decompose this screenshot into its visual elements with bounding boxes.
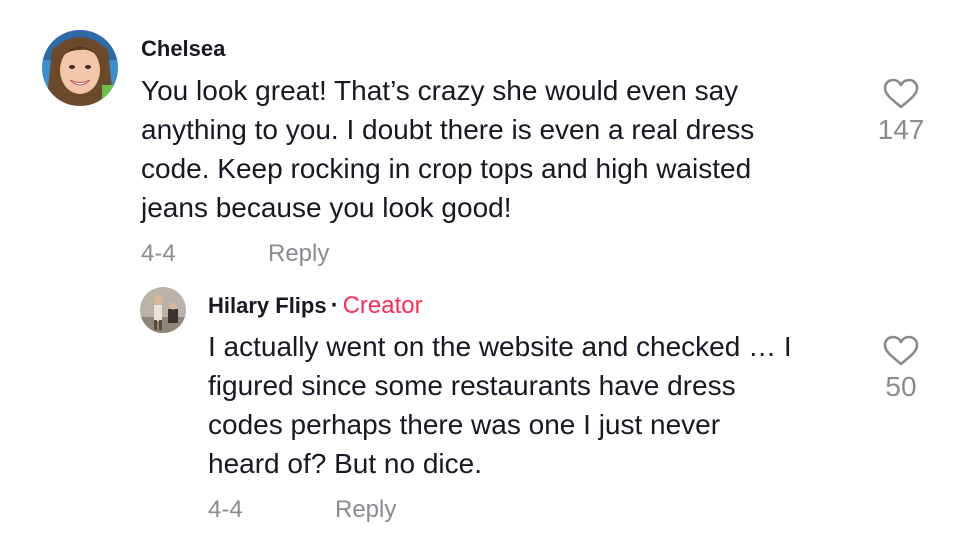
comment-date: 4-4 [141, 240, 176, 267]
comment-text-line: code. Keep rocking in crop tops and high… [141, 153, 752, 184]
reply-reply-button[interactable]: Reply [335, 496, 396, 524]
comment-like[interactable]: 147 [871, 78, 931, 146]
creator-badge: Creator [342, 292, 423, 319]
reply-date: 4-4 [208, 496, 243, 523]
reply-text: I actually went on the website and check… [208, 327, 858, 483]
heart-outline-icon[interactable] [883, 78, 919, 110]
comment-reply-button[interactable]: Reply [268, 240, 329, 268]
comment-like-count: 147 [877, 114, 925, 145]
reply-text-line: I actually went on the website and check… [208, 331, 792, 362]
creator-avatar[interactable] [140, 287, 186, 333]
comment-text-line: anything to you. I doubt there is even a… [141, 114, 755, 145]
reply-text-line: heard of? But no dice. [208, 448, 482, 479]
header-separator: · [330, 292, 339, 319]
creator-username[interactable]: Hilary Flips [208, 293, 327, 318]
heart-outline-icon[interactable] [883, 335, 919, 367]
comment-text-line: You look great! That’s crazy she would e… [141, 75, 739, 106]
reply-like-count: 50 [885, 371, 917, 402]
commenter-avatar[interactable] [42, 30, 118, 106]
comment-text: You look great! That’s crazy she would e… [141, 71, 841, 227]
reply-like[interactable]: 50 [871, 335, 931, 403]
reply-text-line: codes perhaps there was one I just never [208, 409, 721, 440]
reply-header: Hilary Flips · Creator [208, 292, 423, 320]
commenter-username[interactable]: Chelsea [141, 36, 225, 62]
comment-text-line: jeans because you look good! [141, 192, 512, 223]
reply-text-line: figured since some restaurants have dres… [208, 370, 736, 401]
